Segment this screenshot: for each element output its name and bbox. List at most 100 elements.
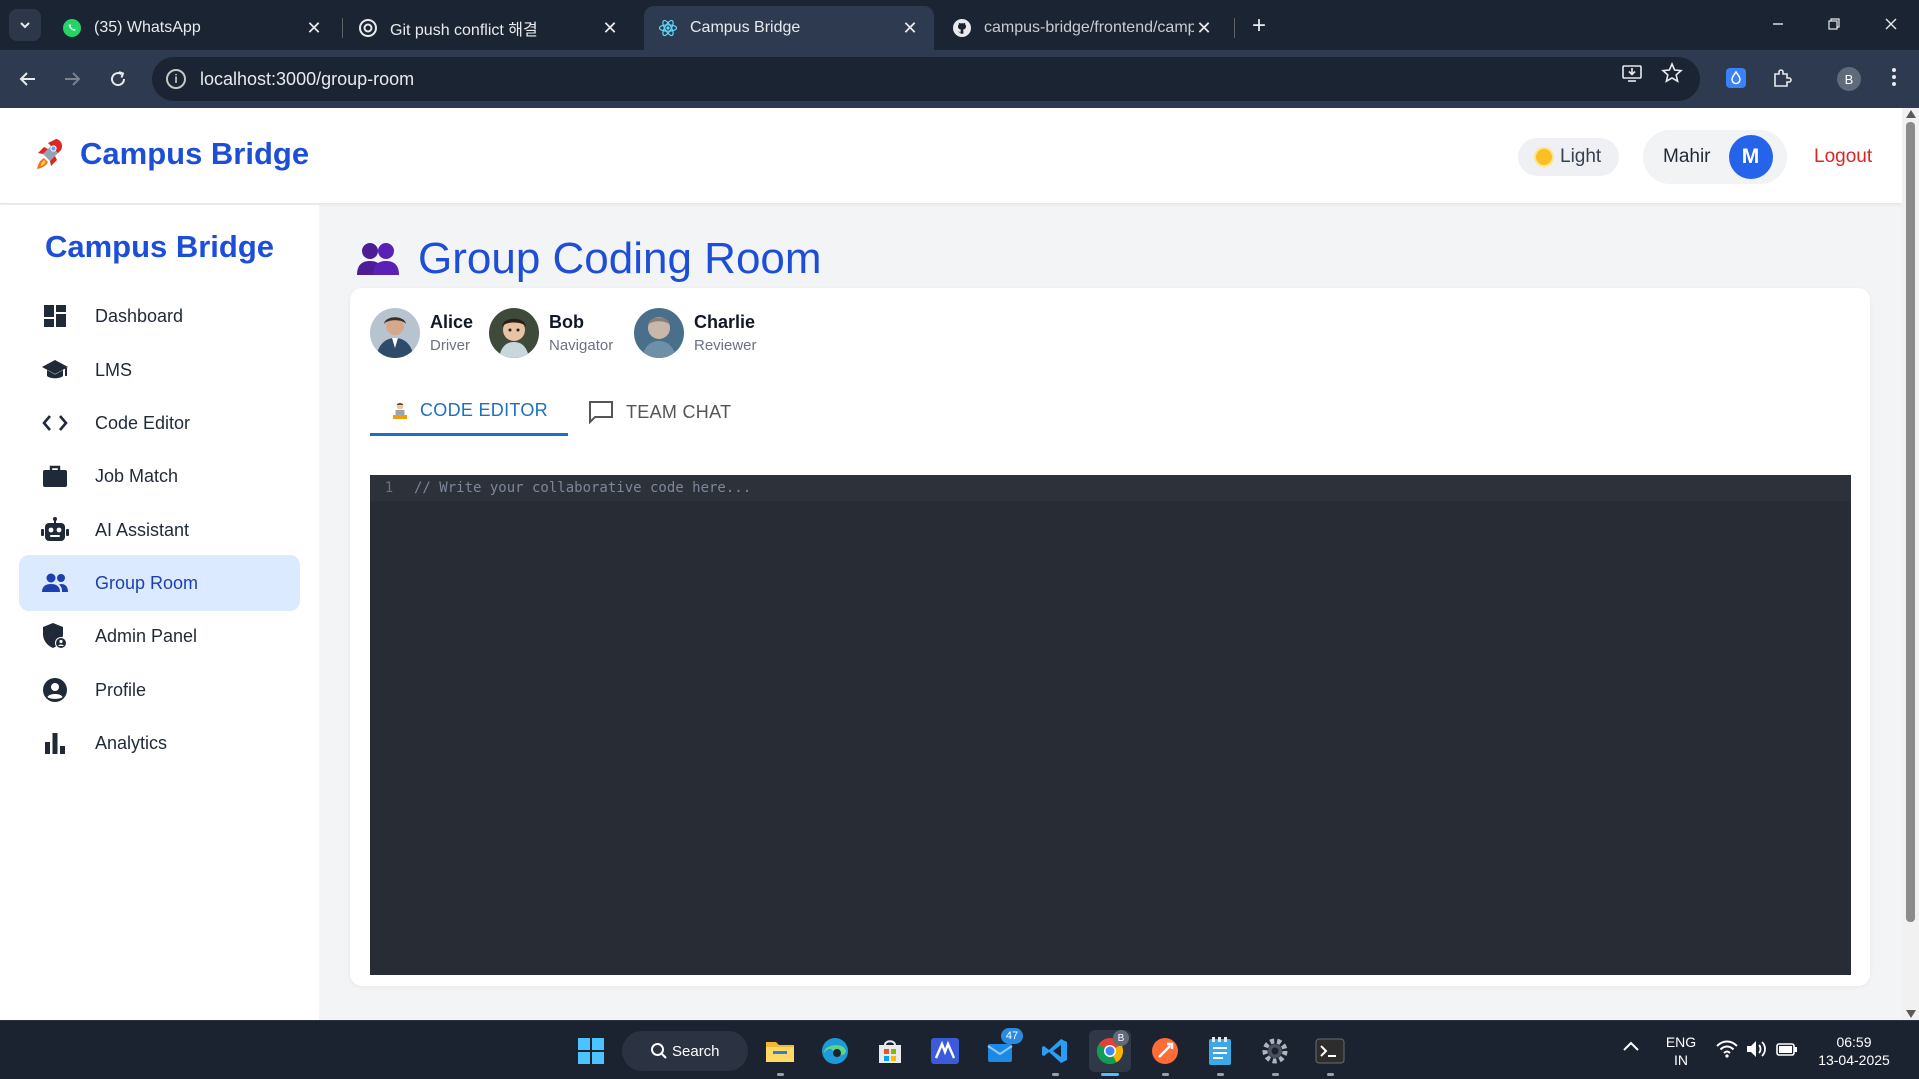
minimize-button[interactable] xyxy=(1758,8,1798,40)
page-scrollbar[interactable] xyxy=(1902,108,1919,1020)
sidebar-title: Campus Bridge xyxy=(44,229,275,264)
avatar xyxy=(370,308,420,358)
chevron-up-icon xyxy=(1623,1041,1639,1051)
taskbar-notepad[interactable] xyxy=(1199,1030,1241,1076)
start-button[interactable] xyxy=(570,1030,612,1072)
briefcase-icon xyxy=(41,462,69,490)
sidebar-item-analytics[interactable]: Analytics xyxy=(19,715,300,771)
sidebar-item-dashboard[interactable]: Dashboard xyxy=(19,288,300,344)
tab-title: Campus Bridge xyxy=(690,19,801,36)
taskbar-search[interactable]: Search xyxy=(622,1031,748,1071)
language-indicator[interactable]: ENG IN xyxy=(1664,1033,1698,1069)
group-room-card: Alice Driver Bob Navigator Charlie Revie… xyxy=(350,288,1870,986)
member-role: Reviewer xyxy=(694,337,757,354)
back-button[interactable] xyxy=(12,63,44,95)
show-hidden-icons-button[interactable] xyxy=(1622,1039,1644,1061)
wifi-icon[interactable] xyxy=(1716,1040,1738,1063)
search-label: Search xyxy=(672,1042,720,1060)
tab-title: (35) WhatsApp xyxy=(94,19,201,36)
close-icon[interactable]: ✕ xyxy=(304,18,324,38)
forward-button[interactable] xyxy=(56,63,88,95)
sidebar-item-profile[interactable]: Profile xyxy=(19,662,300,718)
clock[interactable]: 06:59 13-04-2025 xyxy=(1812,1033,1896,1069)
scroll-up-icon[interactable] xyxy=(1906,110,1916,118)
graduation-cap-icon xyxy=(41,356,69,384)
code-editor[interactable]: 1 // Write your collaborative code here.… xyxy=(370,475,1851,975)
member-role: Navigator xyxy=(549,337,614,354)
restore-button[interactable] xyxy=(1814,8,1854,40)
close-icon[interactable]: ✕ xyxy=(1194,18,1214,38)
sidebar-item-label: AI Assistant xyxy=(95,519,190,540)
member-alice[interactable]: Alice Driver xyxy=(370,308,473,358)
taskbar-terminal[interactable] xyxy=(1309,1030,1351,1076)
tab-label: TEAM CHAT xyxy=(626,401,732,422)
tab-team-chat[interactable]: TEAM CHAT xyxy=(588,388,731,436)
sun-icon xyxy=(1536,149,1552,165)
star-icon xyxy=(1661,62,1683,83)
taskbar-chrome[interactable]: B xyxy=(1089,1030,1131,1076)
extension-button[interactable] xyxy=(1723,65,1749,91)
member-name: Charlie xyxy=(694,312,756,332)
group-icon xyxy=(41,569,69,597)
account-circle-icon xyxy=(41,676,69,704)
member-name: Alice xyxy=(430,312,474,332)
vscode-icon xyxy=(1042,1039,1067,1063)
chatgpt-icon xyxy=(358,18,378,38)
close-icon[interactable]: ✕ xyxy=(900,18,920,38)
sidebar-item-label: Dashboard xyxy=(95,305,184,326)
sidebar-item-ai-assistant[interactable]: AI Assistant xyxy=(19,502,300,558)
theme-toggle-button[interactable]: Light xyxy=(1518,138,1620,176)
scrollbar-thumb[interactable] xyxy=(1906,122,1915,922)
taskbar-settings[interactable] xyxy=(1254,1030,1296,1076)
tab-search-button[interactable] xyxy=(9,9,41,41)
sidebar-item-job-match[interactable]: Job Match xyxy=(19,448,300,504)
notification-badge: 47 xyxy=(1001,1028,1023,1044)
logout-button[interactable]: Logout xyxy=(1814,146,1872,168)
region-code: IN xyxy=(1674,1052,1688,1068)
new-tab-button[interactable]: + xyxy=(1245,12,1273,40)
tab-title: Git push conflict 해결 xyxy=(390,22,538,39)
theme-label: Light xyxy=(1560,146,1602,167)
browser-tab-whatsapp[interactable]: (35) WhatsApp ✕ xyxy=(48,6,338,50)
sidebar-item-group-room[interactable]: Group Room xyxy=(19,555,300,611)
close-icon[interactable]: ✕ xyxy=(600,18,620,38)
battery-icon[interactable] xyxy=(1776,1041,1798,1062)
avatar xyxy=(489,308,539,358)
extensions-menu-button[interactable] xyxy=(1769,65,1795,91)
sidebar-item-admin-panel[interactable]: Admin Panel xyxy=(19,608,300,664)
browser-tab-campus-bridge[interactable]: Campus Bridge ✕ xyxy=(644,6,934,50)
taskbar-file-explorer[interactable] xyxy=(759,1030,801,1076)
bookmark-button[interactable] xyxy=(1660,61,1684,85)
reload-button[interactable] xyxy=(102,63,134,95)
site-info-icon[interactable]: i xyxy=(166,69,186,89)
scroll-down-icon[interactable] xyxy=(1906,1010,1916,1018)
page-header: Group Coding Room xyxy=(356,234,822,284)
brand-name: Campus Bridge xyxy=(80,136,310,171)
member-charlie[interactable]: Charlie Reviewer xyxy=(634,308,757,358)
user-menu[interactable]: Mahir M xyxy=(1643,130,1787,184)
taskbar-edge[interactable] xyxy=(814,1030,856,1072)
room-tabs: CODE EDITOR TEAM CHAT xyxy=(370,388,1850,436)
sidebar-item-label: LMS xyxy=(95,359,133,380)
sidebar-item-lms[interactable]: LMS xyxy=(19,342,300,398)
address-bar[interactable]: i localhost:3000/group-room xyxy=(152,57,1700,101)
avatar xyxy=(634,308,684,358)
profile-avatar[interactable]: B xyxy=(1837,67,1861,91)
volume-icon[interactable] xyxy=(1746,1040,1768,1063)
sidebar-item-code-editor[interactable]: Code Editor xyxy=(19,395,300,451)
install-app-button[interactable] xyxy=(1620,61,1644,85)
chrome-menu-button[interactable] xyxy=(1882,65,1906,89)
tab-code-editor[interactable]: CODE EDITOR xyxy=(370,388,568,436)
member-bob[interactable]: Bob Navigator xyxy=(489,308,613,358)
taskbar-app-m[interactable] xyxy=(924,1030,966,1072)
taskbar-postman[interactable] xyxy=(1144,1030,1186,1076)
whatsapp-icon xyxy=(62,18,82,38)
profile-badge: B xyxy=(1113,1030,1129,1046)
taskbar-outlook[interactable]: 47 xyxy=(979,1028,1023,1072)
brand[interactable]: Campus Bridge xyxy=(34,136,309,172)
close-window-button[interactable] xyxy=(1871,8,1911,40)
browser-tab-git-push[interactable]: Git push conflict 해결 ✕ xyxy=(344,6,634,50)
taskbar-store[interactable] xyxy=(869,1030,911,1072)
taskbar-vscode[interactable] xyxy=(1034,1030,1076,1076)
browser-tab-github[interactable]: campus-bridge/frontend/campu ✕ xyxy=(938,6,1228,50)
